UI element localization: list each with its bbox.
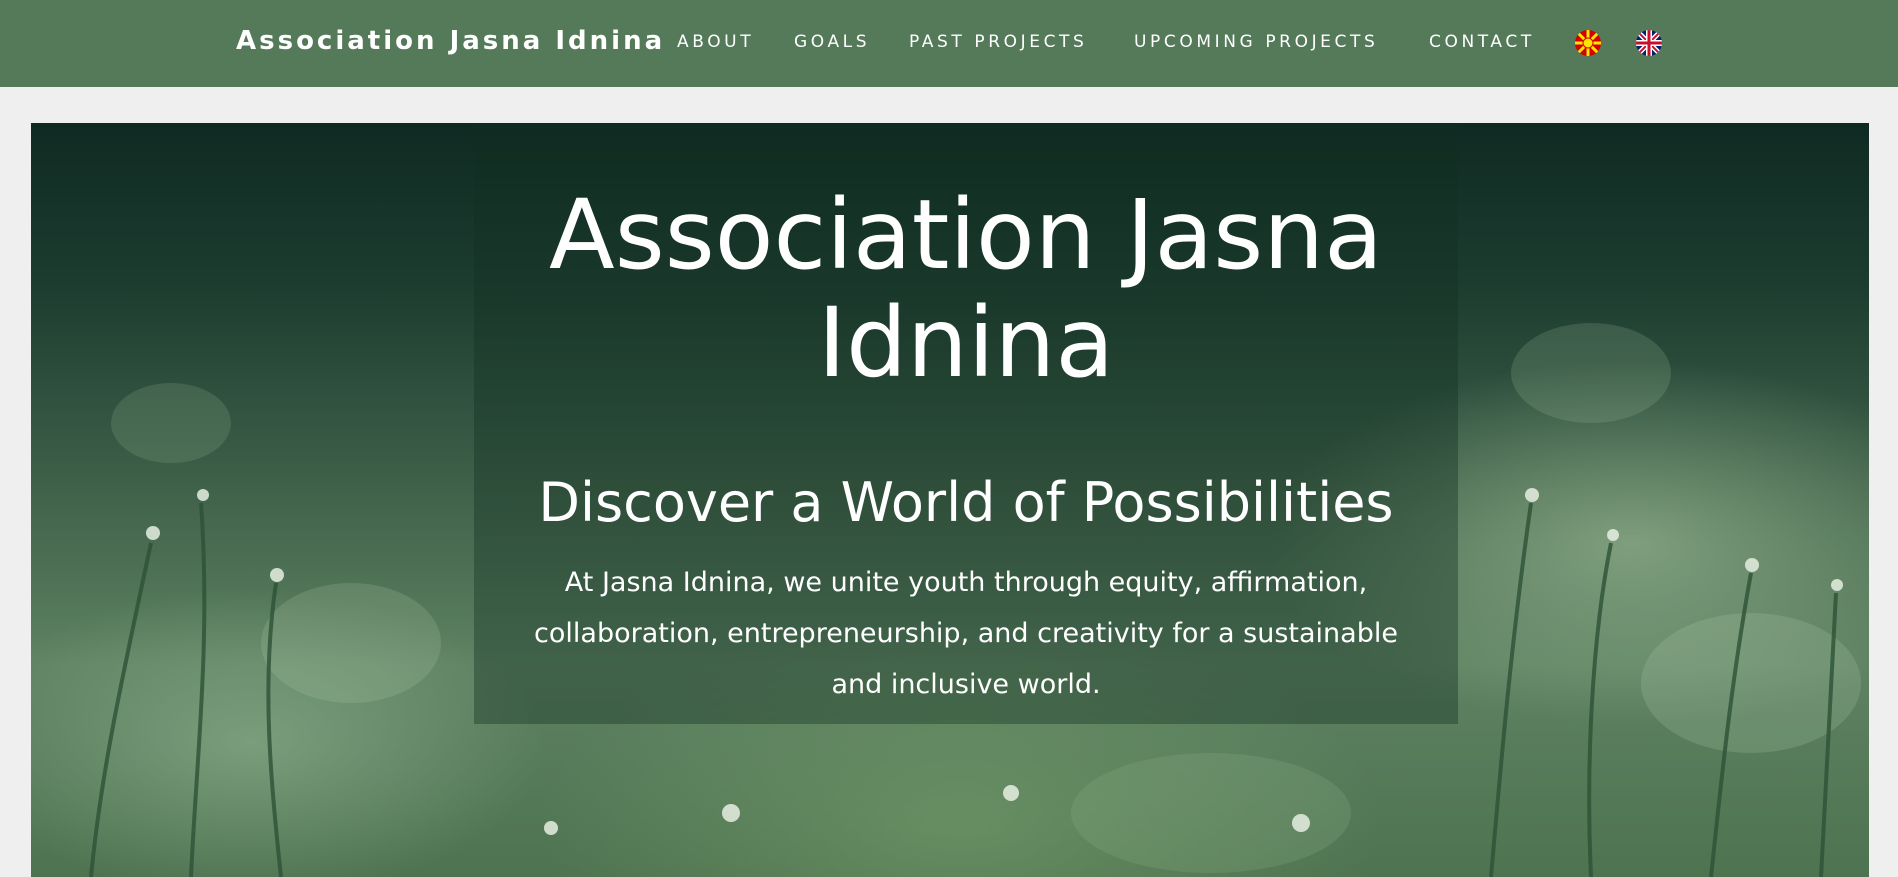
- macedonian-flag-icon[interactable]: [1575, 30, 1601, 56]
- nav-link-past-projects[interactable]: PAST PROJECTS: [909, 32, 1087, 52]
- nav-link-contact[interactable]: CONTACT: [1429, 32, 1535, 52]
- hero-subtitle: Discover a World of Possibilities: [538, 471, 1394, 534]
- uk-flag-icon[interactable]: [1636, 30, 1662, 56]
- nav-link-upcoming-projects[interactable]: UPCOMING PROJECTS: [1134, 32, 1378, 52]
- uk-flag-svg: [1636, 30, 1662, 56]
- brand-link[interactable]: Association Jasna Idnina: [236, 26, 665, 56]
- hero-title: Association Jasna Idnina: [549, 179, 1383, 399]
- top-navbar: Association Jasna Idnina ABOUT GOALS PAS…: [0, 0, 1898, 87]
- macedonian-flag-svg: [1575, 30, 1601, 56]
- nav-link-about[interactable]: ABOUT: [677, 32, 754, 52]
- hero-section: Association Jasna Idnina Discover a Worl…: [31, 123, 1869, 877]
- nav-link-goals[interactable]: GOALS: [794, 32, 870, 52]
- hero-description: At Jasna Idnina, we unite youth through …: [534, 567, 1398, 700]
